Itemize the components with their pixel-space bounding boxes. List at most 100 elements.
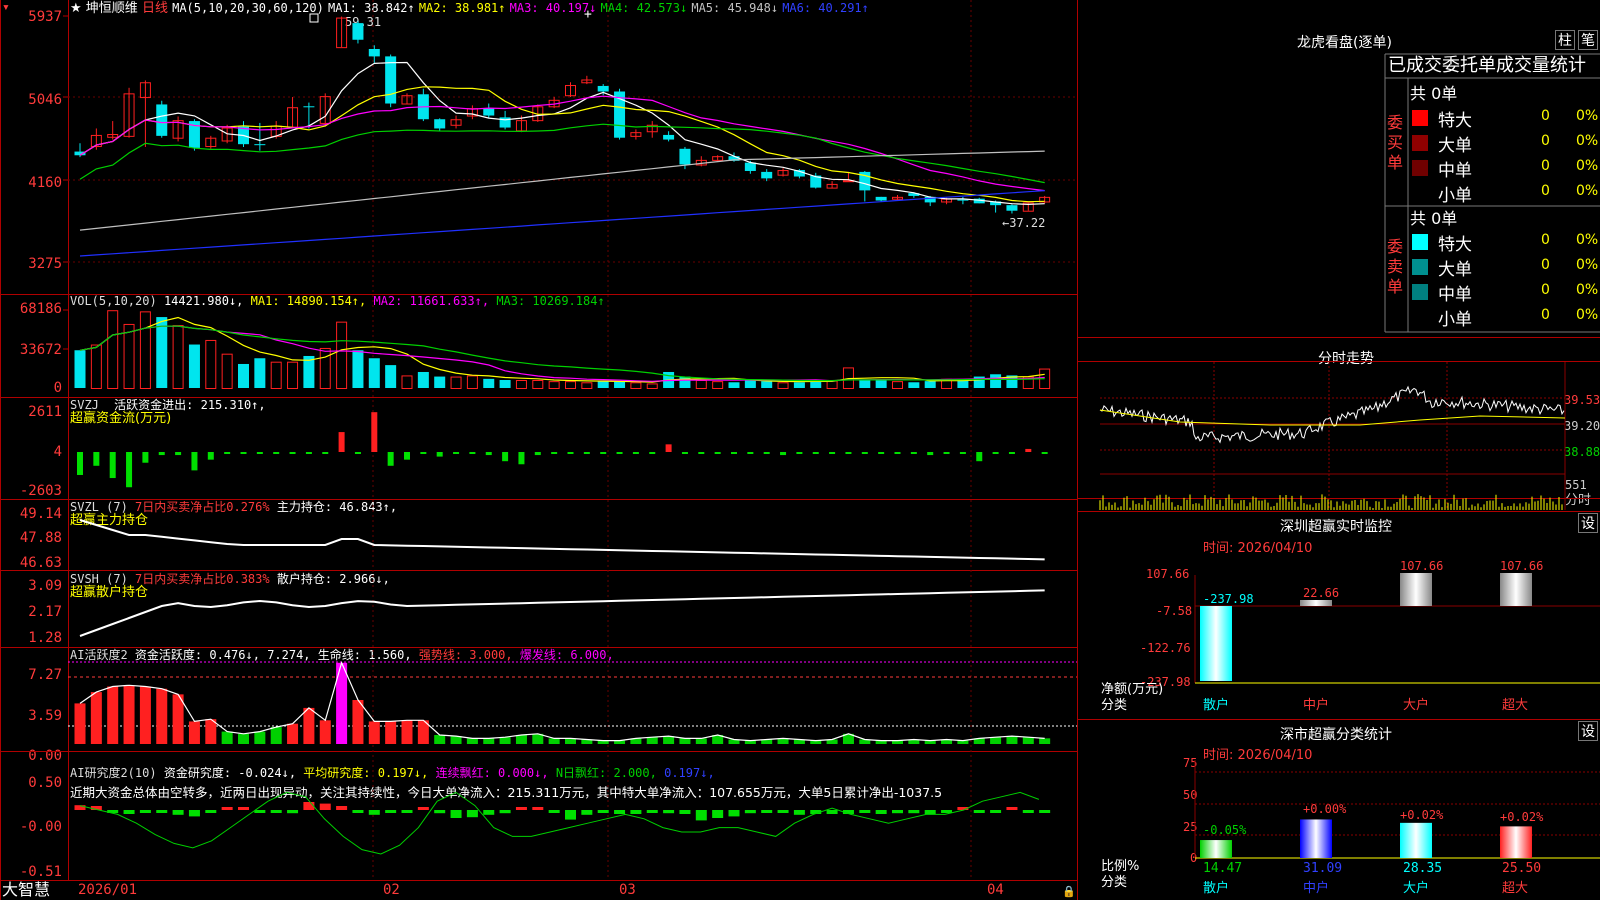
row-qty: 0 (1541, 108, 1550, 124)
ai1-p5: 爆发线: 6.000, (519, 648, 614, 662)
row-pct: 0% (1576, 183, 1599, 199)
category-label: 散户 (1203, 698, 1230, 713)
legend-swatch (1412, 259, 1428, 275)
sz1-y-label: -122.76 (1140, 641, 1191, 655)
svzl-header: SVZL (7) 7日内买卖净占比0.276% 主力持仓: 46.843↑, (70, 500, 397, 514)
vol-header: VOL(5,10,20) 14421.980↓, MA1: 14890.154↑… (70, 294, 605, 308)
svzj-title: SVZJ (70, 398, 99, 412)
ai1-header: AI活跃度2 资金活跃度: 0.476↓, 7.274, 生命线: 1.560,… (70, 648, 614, 662)
sz2-pct: +0.00% (1303, 802, 1347, 816)
y-label: 4160 (28, 175, 62, 191)
ratio-bar (1500, 826, 1532, 858)
sz2-pct: +0.02% (1400, 808, 1444, 822)
sz1-value: 107.66 (1400, 559, 1444, 573)
crosshair-marker: + (584, 7, 592, 22)
row-pct: 0% (1576, 307, 1599, 323)
y-label: 47.88 (19, 530, 62, 546)
y-label: 4 (53, 444, 62, 460)
y-label: 33672 (19, 342, 62, 358)
x-label: 2026/01 (78, 882, 138, 898)
category-label: 大户 (1403, 698, 1430, 713)
buy-total: 共 0单 (1410, 84, 1458, 103)
ai2-comment: 近期大资金总体由空转多，近两日出现异动，关注其持续性，今日大单净流入：215.3… (70, 786, 943, 800)
row-pct: 0% (1576, 257, 1599, 273)
period-label: 日线 (141, 1, 168, 16)
star-icon[interactable]: ★ (70, 1, 82, 16)
category-label: 散户 (1203, 881, 1230, 896)
sz2-title: 深市超赢分类统计 (1280, 727, 1392, 743)
tick-view-button[interactable]: 笔 (1578, 30, 1598, 50)
ma5-value: MA5: 45.948↓ (691, 1, 779, 15)
sz1-axis-label2: 分类 (1101, 698, 1128, 713)
sz1-value: 22.66 (1303, 586, 1340, 600)
svzl-p1: 7日内买卖净占比0.276% (135, 500, 270, 514)
y-label: 3.59 (28, 708, 62, 724)
ma6-value: MA6: 40.291↑ (782, 1, 869, 15)
ratio-bar (1400, 822, 1432, 858)
row-label: 中单 (1438, 285, 1472, 305)
sz2-value: 28.35 (1403, 861, 1443, 876)
y-label: 68186 (19, 301, 62, 317)
y-label: 46.63 (19, 555, 62, 571)
row-pct: 0% (1576, 108, 1599, 124)
bar-super (1500, 573, 1532, 606)
ai2-p4: N日飘红: 2.000, (555, 766, 657, 780)
row-qty: 0 (1541, 232, 1550, 248)
sz2-value: 25.50 (1502, 861, 1542, 876)
y-label: 0.00 (28, 748, 62, 764)
category-label: 超大 (1502, 698, 1529, 713)
sz1-axis-label: 净额(万元) (1101, 682, 1164, 697)
ai1-p4: 强势线: 3.000, (418, 648, 513, 662)
y-label: 3275 (28, 256, 62, 272)
x-label: 02 (383, 882, 400, 898)
ai1-p1: 资金活跃度: 0.476↓, (134, 648, 260, 662)
sz2-time: 时间: 2026/04/10 (1203, 748, 1313, 763)
fs-y-label: 39.53 (1564, 393, 1600, 407)
svsh-name: 超赢散户持仓 (70, 585, 149, 600)
y-label: 0 (53, 380, 62, 396)
row-qty: 0 (1541, 307, 1550, 323)
bar-large (1400, 573, 1432, 606)
y-label: 1.28 (28, 630, 62, 646)
legend-swatch (1412, 160, 1428, 176)
sz2-y-label: 50 (1183, 788, 1198, 802)
y-label: 2.17 (28, 604, 62, 620)
row-pct: 0% (1576, 282, 1599, 298)
ai1-p3: 生命线: 1.560, (317, 648, 412, 662)
fs-y-label: 39.20 (1564, 419, 1600, 433)
vol-ma3: MA3: 10269.184↑ (496, 294, 605, 308)
row-pct: 0% (1576, 133, 1599, 149)
sz2-value: 14.47 (1203, 861, 1243, 876)
row-label: 特大 (1438, 111, 1472, 131)
category-label: 大户 (1403, 881, 1430, 896)
sz1-y-label: -7.58 (1156, 604, 1193, 618)
category-label: 中户 (1303, 698, 1330, 713)
sz1-settings-button[interactable]: 设 (1578, 513, 1598, 533)
sz2-axis-label2: 分类 (1101, 875, 1128, 890)
lhkp-title: 龙虎看盘(逐单) (1297, 35, 1392, 51)
ratio-bar (1200, 840, 1232, 858)
row-label: 中单 (1438, 161, 1472, 181)
fs-y-label: 38.88 (1564, 445, 1600, 459)
brand-logo: 大智慧 (2, 880, 51, 899)
column-view-button[interactable]: 柱 (1555, 30, 1575, 50)
sz2-y-label: 75 (1183, 756, 1198, 770)
ai2-p3: 连续飘红: 0.000↓, (435, 766, 549, 780)
bar-medium (1300, 600, 1332, 606)
row-label: 大单 (1438, 260, 1472, 280)
legend-swatch (1412, 234, 1428, 250)
legend-swatch (1412, 135, 1428, 151)
row-label: 小单 (1438, 310, 1472, 330)
sz2-y-label: 0 (1190, 851, 1198, 865)
low-annotation: ←37.22 (1002, 216, 1046, 230)
kline-chart-area[interactable] (0, 0, 1077, 900)
sz2-value: 31.09 (1303, 861, 1343, 876)
row-label: 小单 (1438, 186, 1472, 206)
ai2-p1: 资金研究度: -0.024↓, (163, 766, 297, 780)
row-qty: 0 (1541, 133, 1550, 149)
lock-icon[interactable]: 🔒 (1062, 885, 1076, 899)
y-label: 49.14 (19, 506, 62, 522)
y-label: 5046 (28, 92, 62, 108)
sz2-settings-button[interactable]: 设 (1578, 721, 1598, 741)
vol-value: 14421.980↓, (163, 294, 244, 308)
